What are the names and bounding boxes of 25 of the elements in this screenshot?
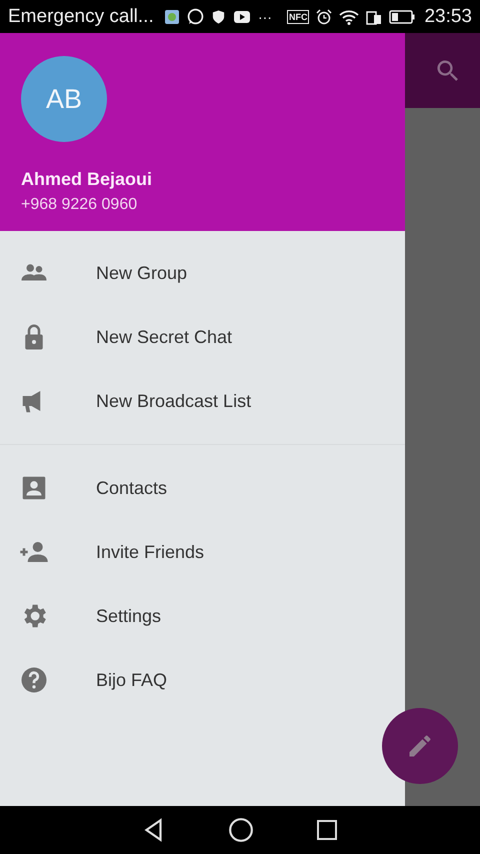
shield-icon <box>210 8 226 24</box>
user-name: Ahmed Bejaoui <box>21 169 152 190</box>
avatar: AB <box>21 56 107 142</box>
wifi-icon <box>339 8 360 24</box>
menu-item[interactable]: New Secret Chat <box>0 305 405 369</box>
menu-item[interactable]: New Broadcast List <box>0 369 405 433</box>
clock-time: 23:53 <box>424 6 472 28</box>
menu-item[interactable]: Settings <box>0 584 405 648</box>
gallery-icon <box>164 8 180 24</box>
phone-number: +968 9226 0960 <box>21 196 138 214</box>
battery-icon <box>389 10 416 24</box>
help-icon <box>19 665 49 695</box>
chat-icon <box>186 8 204 25</box>
sim-icon <box>366 8 382 24</box>
more-text: ··· <box>258 8 272 24</box>
menu-item[interactable]: New Group <box>0 241 405 305</box>
menu-item[interactable]: Bijo FAQ <box>0 648 405 712</box>
notification-text: Emergency call... <box>8 6 154 28</box>
home-icon[interactable] <box>228 817 254 843</box>
menu-item[interactable]: Contacts <box>0 456 405 520</box>
alarm-icon <box>316 8 332 24</box>
nfc-label: NFC <box>286 10 310 24</box>
recents-icon[interactable] <box>315 818 339 842</box>
video-icon <box>232 10 251 24</box>
menu-item[interactable]: Invite Friends <box>0 520 405 584</box>
